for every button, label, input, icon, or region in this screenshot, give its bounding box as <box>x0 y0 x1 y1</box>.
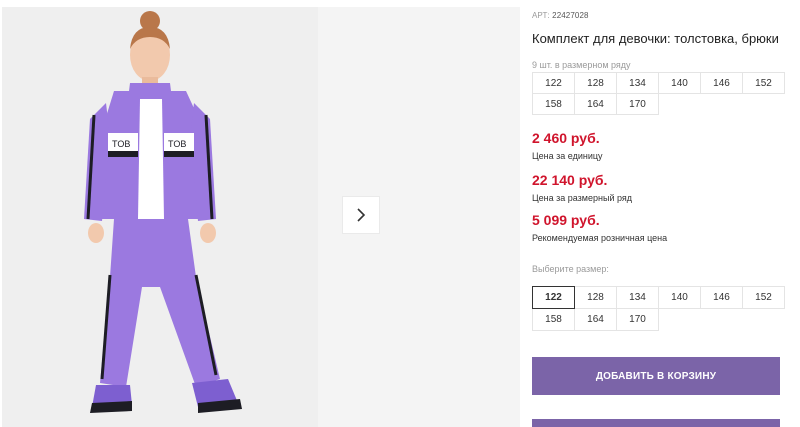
size-option[interactable]: 170 <box>616 308 659 331</box>
product-photo-illustration: TOB TOB <box>2 7 318 427</box>
product-title: Комплект для девочки: толстовка, брюки <box>532 31 779 46</box>
article-code: 22427028 <box>552 11 589 20</box>
next-image-button[interactable] <box>342 196 380 234</box>
article-number: АРТ: 22427028 <box>532 11 589 20</box>
add-to-cart-button[interactable]: ДОБАВИТЬ В КОРЗИНУ <box>532 357 780 395</box>
size-option[interactable]: 140 <box>658 286 701 309</box>
size-picker: 122 128 134 140 146 152 158 164 170 <box>532 286 785 331</box>
size-picker-label: Выберите размер: <box>532 264 609 274</box>
pack-size-grid: 122 128 134 140 146 152 158 164 170 <box>532 72 785 115</box>
pack-size-cell: 158 <box>532 93 575 115</box>
retail-price: 5 099 руб. <box>532 212 600 228</box>
size-option[interactable]: 158 <box>532 308 575 331</box>
size-option[interactable]: 164 <box>574 308 617 331</box>
size-option[interactable]: 128 <box>574 286 617 309</box>
unit-price: 2 460 руб. <box>532 130 600 146</box>
product-info: АРТ: 22427028 Комплект для девочки: толс… <box>532 0 800 427</box>
svg-text:TOB: TOB <box>112 139 130 149</box>
product-photo[interactable]: TOB TOB <box>2 7 318 427</box>
pack-size-cell: 146 <box>700 72 743 94</box>
unit-price-label: Цена за единицу <box>532 151 603 161</box>
svg-text:TOB: TOB <box>168 139 186 149</box>
pack-size-cell: 164 <box>574 93 617 115</box>
pack-size-cell: 140 <box>658 72 701 94</box>
retail-price-label: Рекомендуемая розничная цена <box>532 233 668 243</box>
product-gallery: TOB TOB <box>0 0 520 427</box>
size-option-selected[interactable]: 122 <box>532 286 575 309</box>
size-option[interactable]: 146 <box>700 286 743 309</box>
article-label: АРТ: <box>532 11 550 20</box>
pack-size-cell: 134 <box>616 72 659 94</box>
pack-size-cell: 170 <box>616 93 659 115</box>
pack-note: 9 шт. в размерном ряду <box>532 60 631 70</box>
chevron-right-icon <box>357 208 366 222</box>
pack-size-cell: 152 <box>742 72 785 94</box>
pack-size-cell: 122 <box>532 72 575 94</box>
pack-size-cell: 128 <box>574 72 617 94</box>
size-option[interactable]: 152 <box>742 286 785 309</box>
secondary-action-button[interactable] <box>532 419 780 427</box>
pack-price: 22 140 руб. <box>532 172 608 188</box>
size-option[interactable]: 134 <box>616 286 659 309</box>
pack-price-label: Цена за размерный ряд <box>532 193 633 203</box>
